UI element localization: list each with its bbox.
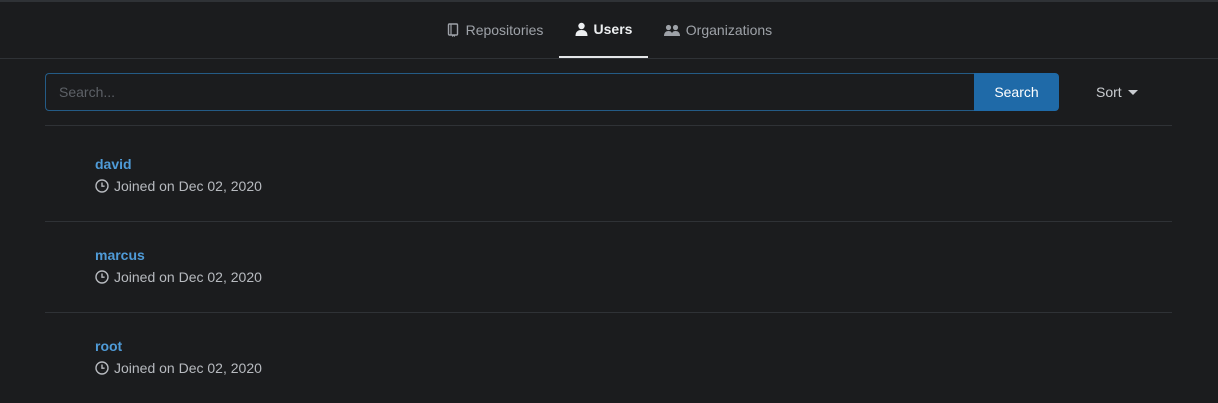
tab-users[interactable]: Users: [559, 2, 648, 58]
joined-text: Joined on Dec 02, 2020: [114, 178, 262, 194]
search-button[interactable]: Search: [974, 73, 1059, 111]
divider: [45, 312, 1172, 313]
caret-down-icon: [1127, 89, 1138, 95]
joined-date: Joined on Dec 02, 2020: [95, 360, 262, 376]
list-item: marcus Joined on Dec 02, 2020: [95, 247, 262, 285]
clock-icon: [95, 361, 109, 375]
user-link[interactable]: david: [95, 156, 262, 174]
search-input[interactable]: [45, 73, 974, 111]
divider: [45, 125, 1172, 126]
explore-tabs: Repositories Users Organizations: [0, 2, 1218, 59]
tab-organizations[interactable]: Organizations: [658, 2, 778, 58]
sort-label: Sort: [1096, 84, 1122, 100]
joined-date: Joined on Dec 02, 2020: [95, 178, 262, 194]
organization-icon: [663, 24, 680, 37]
tab-users-label: Users: [593, 21, 633, 37]
tab-repositories[interactable]: Repositories: [440, 2, 550, 58]
joined-date: Joined on Dec 02, 2020: [95, 269, 262, 285]
tab-repositories-label: Repositories: [465, 22, 544, 38]
joined-text: Joined on Dec 02, 2020: [114, 360, 262, 376]
joined-text: Joined on Dec 02, 2020: [114, 269, 262, 285]
clock-icon: [95, 179, 109, 193]
tab-organizations-label: Organizations: [685, 22, 773, 38]
book-icon: [447, 23, 460, 37]
list-item: root Joined on Dec 02, 2020: [95, 338, 262, 376]
list-item: david Joined on Dec 02, 2020: [95, 156, 262, 194]
user-link[interactable]: marcus: [95, 247, 262, 265]
user-icon: [575, 22, 588, 36]
user-link[interactable]: root: [95, 338, 262, 356]
divider: [45, 221, 1172, 222]
clock-icon: [95, 270, 109, 284]
sort-dropdown[interactable]: Sort: [1096, 84, 1138, 100]
